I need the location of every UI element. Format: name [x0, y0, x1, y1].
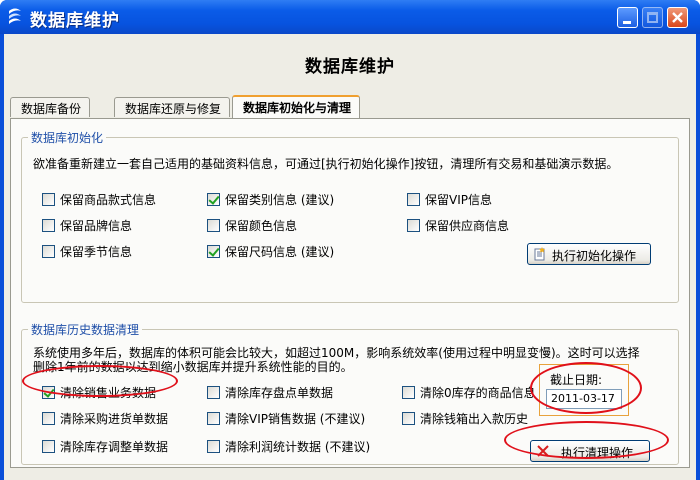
- tab-panel: 数据库初始化 欲准备重新建立一套自己适用的基础资料信息，可通过[执行初始化操作]…: [10, 118, 690, 468]
- checkbox-box[interactable]: [402, 386, 415, 399]
- checkbox-box[interactable]: [407, 193, 420, 206]
- checkbox-box[interactable]: [207, 412, 220, 425]
- checkbox-label: 保留尺码信息 (建议): [225, 245, 335, 259]
- checkbox-box[interactable]: [207, 440, 220, 453]
- checkbox-box[interactable]: [42, 440, 55, 453]
- run-cleanup-button[interactable]: 执行清理操作: [530, 440, 650, 462]
- checkbox-label: 清除采购进货单数据: [60, 412, 169, 426]
- run-cleanup-button-label: 执行清理操作: [561, 446, 634, 460]
- maximize-button[interactable]: [642, 7, 663, 28]
- cutoff-date-label: 截止日期:: [550, 373, 603, 387]
- tab-restore-repair[interactable]: 数据库还原与修复: [114, 97, 231, 117]
- checkbox-label: 清除销售业务数据: [60, 386, 157, 400]
- checkbox-box[interactable]: [207, 386, 220, 399]
- cleanup-description-line2: 删除1年前的数据以达到缩小数据库并提升系统性能的目的。: [33, 360, 353, 374]
- checkbox-label: 清除钱箱出入款历史: [420, 412, 529, 426]
- close-icon: [672, 12, 683, 23]
- checkbox-box[interactable]: [42, 219, 55, 232]
- run-init-button-label: 执行初始化操作: [552, 249, 637, 263]
- checkmark-icon[interactable]: [207, 193, 220, 206]
- checkbox-box[interactable]: [207, 219, 220, 232]
- run-init-button[interactable]: 执行初始化操作: [527, 243, 651, 265]
- minimize-button[interactable]: [617, 7, 638, 28]
- init-group: 数据库初始化 欲准备重新建立一套自己适用的基础资料信息，可通过[执行初始化操作]…: [21, 129, 679, 303]
- title-bar[interactable]: 数据库维护: [0, 0, 700, 34]
- checkbox-label: 保留商品款式信息: [60, 193, 157, 207]
- init-group-legend: 数据库初始化: [28, 129, 107, 146]
- checkbox-label: 保留VIP信息: [425, 193, 492, 207]
- checkbox-label: 保留供应商信息: [425, 219, 510, 233]
- checkbox-box[interactable]: [407, 219, 420, 232]
- checkbox-box[interactable]: [402, 412, 415, 425]
- checkbox-label: 保留类别信息 (建议): [225, 193, 335, 207]
- checkbox-box[interactable]: [42, 412, 55, 425]
- init-page-icon: [534, 247, 545, 261]
- client-area: 数据库维护 数据库备份 数据库还原与修复 数据库初始化与清理 数据库初始化 欲准…: [4, 34, 696, 480]
- page-title: 数据库维护: [305, 57, 395, 77]
- checkbox-label: 保留颜色信息: [225, 219, 298, 233]
- minimize-icon: [623, 21, 631, 24]
- close-button[interactable]: [667, 7, 688, 28]
- window-title: 数据库维护: [30, 11, 120, 31]
- checkmark-icon[interactable]: [42, 386, 55, 399]
- checkbox-box[interactable]: [42, 245, 55, 258]
- tab-backup[interactable]: 数据库备份: [10, 97, 91, 117]
- checkbox-label: 清除0库存的商品信息: [420, 386, 536, 400]
- init-description: 欲准备重新建立一套自己适用的基础资料信息，可通过[执行初始化操作]按钮，清理所有…: [33, 157, 619, 171]
- maximize-icon: [647, 12, 658, 23]
- checkbox-label: 清除库存调整单数据: [60, 440, 169, 454]
- checkbox-label: 保留品牌信息: [60, 219, 133, 233]
- clear-x-icon: [537, 445, 549, 457]
- cleanup-group-legend: 数据库历史数据清理: [28, 321, 143, 338]
- checkbox-label: 清除利润统计数据 (不建议): [225, 440, 371, 454]
- checkbox-label: 清除库存盘点单数据: [225, 386, 334, 400]
- checkbox-label: 保留季节信息: [60, 245, 133, 259]
- database-app-icon: [9, 8, 21, 24]
- checkbox-box[interactable]: [42, 193, 55, 206]
- tab-init-cleanup[interactable]: 数据库初始化与清理: [232, 95, 361, 118]
- checkbox-label: 清除VIP销售数据 (不建议): [225, 412, 366, 426]
- cutoff-date-input[interactable]: 2011-03-17: [546, 389, 622, 409]
- checkmark-icon[interactable]: [207, 245, 220, 258]
- app-window: 数据库维护 数据库维护 数据库备份 数据库还原与修复 数据库初始化与清理 数据库…: [0, 0, 700, 480]
- cutoff-date-box: 截止日期: 2011-03-17: [539, 364, 629, 416]
